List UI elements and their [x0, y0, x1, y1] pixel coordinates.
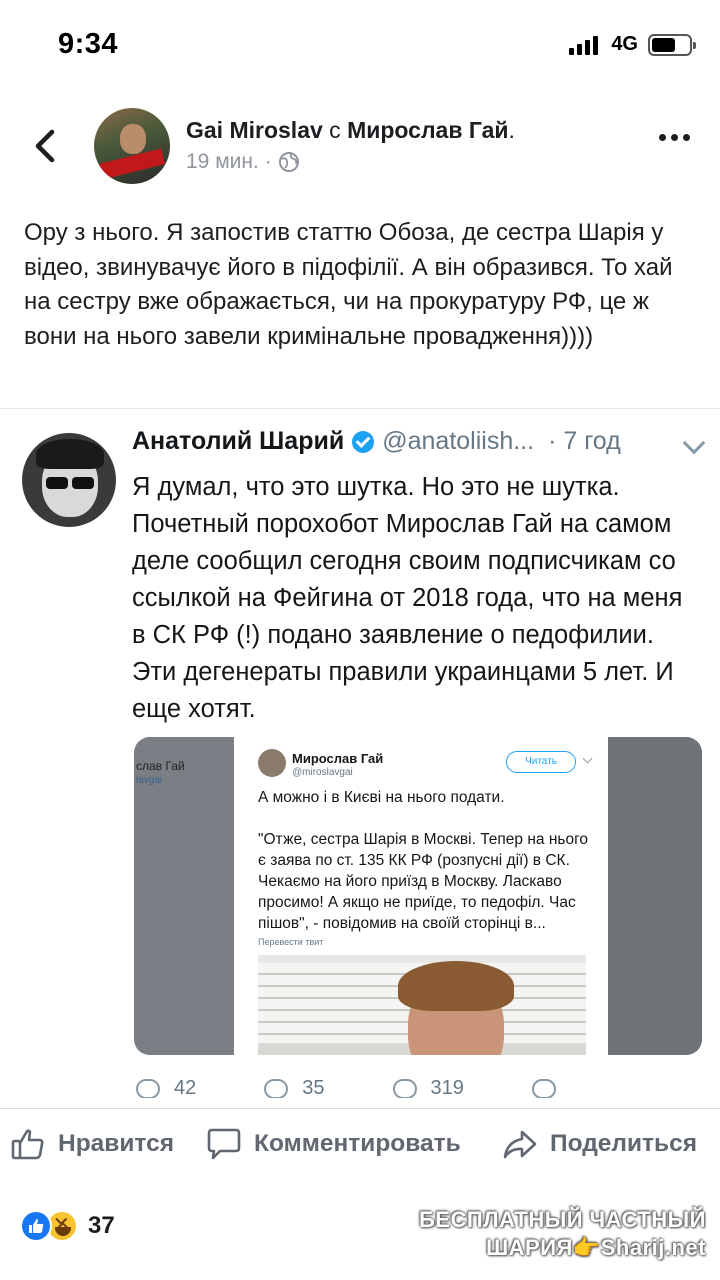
like-count: 319 [430, 1077, 464, 1098]
embedded-tweet-text: А можно і в Києві на нього подати. "Отже… [258, 789, 589, 932]
embedded-author-name: Мирослав Гай [292, 751, 384, 766]
heart-icon [392, 1078, 417, 1098]
embedded-avatar [258, 749, 286, 777]
tweet-menu-chevron-icon[interactable] [682, 431, 706, 455]
author-name-link[interactable]: Gai Miroslav [186, 117, 323, 143]
embedded-chevron-icon [582, 753, 593, 764]
watermark-line-2: ШАРИЯ👉Sharij.net [486, 1235, 706, 1260]
tweet-retweet-button[interactable]: 35 [264, 1077, 325, 1098]
like-label: Нравится [58, 1130, 175, 1157]
comment-icon [207, 1128, 241, 1160]
comment-label: Комментировать [254, 1130, 461, 1157]
back-button[interactable] [28, 124, 68, 168]
embedded-photo [258, 955, 586, 1055]
retweet-icon [264, 1078, 289, 1098]
signal-icon [569, 35, 601, 55]
tweet-actions: 42 35 319 [136, 1077, 616, 1098]
like-button[interactable]: Нравится [10, 1126, 174, 1162]
status-time: 9:34 [58, 28, 119, 60]
share-label: Поделиться [550, 1130, 698, 1157]
thumbs-up-icon [11, 1129, 44, 1160]
meta-dot: · [264, 150, 272, 173]
post-author-line: Gai Miroslav с Мирослав Гай. [186, 117, 515, 144]
reaction-count: 37 [88, 1212, 115, 1239]
tweet-author-name[interactable]: Анатолий Шарий [132, 427, 344, 456]
watermark-line-1: БЕСПЛАТНЫЙ ЧАСТНЫЙ [418, 1207, 706, 1232]
embedded-tweet-card: Мирослав Гай @miroslavgai Читать А можно… [234, 737, 608, 1055]
embedded-author-handle: @miroslavgai [292, 767, 353, 778]
divider [0, 1108, 720, 1109]
status-indicators: 4G [569, 33, 696, 56]
post-meta: 19 мин. · [186, 150, 300, 174]
comment-button[interactable]: Комментировать [206, 1126, 461, 1162]
globe-icon [278, 152, 299, 172]
tweet-avatar[interactable] [22, 433, 116, 527]
ellipsis-icon [659, 134, 666, 141]
tweet-like-button[interactable]: 319 [392, 1077, 464, 1098]
reply-count: 42 [174, 1077, 197, 1098]
author-avatar[interactable] [94, 108, 170, 184]
tweet-text: Я думал, что это шутка. Но это не шутка.… [132, 473, 683, 723]
network-type: 4G [611, 33, 638, 55]
reply-icon [136, 1078, 160, 1098]
embedded-translate-link: Перевести твит [258, 937, 324, 947]
post-time[interactable]: 19 мин. [186, 150, 259, 174]
tweet-share-button[interactable] [531, 1077, 570, 1098]
tweet-image[interactable]: слав Гай lavgai Мирослав Гай @miroslavga… [134, 737, 702, 1055]
tweet-header: Анатолий Шарий @anatoliish... · 7 год [132, 427, 621, 456]
share-button[interactable]: Поделиться [502, 1126, 697, 1162]
post-action-bar: Нравится Комментировать Поделиться [0, 1126, 720, 1178]
tagged-name-link[interactable]: Мирослав Гай [347, 117, 508, 143]
more-options-button[interactable] [654, 134, 690, 141]
tweet-embed[interactable]: Анатолий Шарий @anatoliish... · 7 год Я … [0, 408, 720, 1098]
like-reaction-icon [20, 1210, 52, 1242]
embed-left-panel: слав Гай lavgai [134, 737, 234, 1055]
tweet-handle[interactable]: @anatoliish... [382, 427, 534, 456]
embed-left-name: слав Гай [136, 759, 185, 773]
share-arrow-icon [503, 1130, 537, 1159]
status-bar: 9:34 4G [0, 0, 720, 92]
share-icon [531, 1078, 556, 1098]
embed-left-handle: lavgai [136, 775, 163, 786]
verified-badge-icon [352, 430, 375, 453]
tweet-time: · 7 год [548, 427, 621, 455]
battery-icon [648, 33, 696, 56]
chevron-left-icon [35, 129, 55, 163]
retweet-count: 35 [302, 1077, 325, 1098]
embedded-follow-button: Читать [506, 751, 576, 773]
reactions-summary[interactable]: 37 [20, 1210, 115, 1242]
embed-right-panel [608, 737, 702, 1055]
tweet-reply-button[interactable]: 42 [136, 1077, 196, 1098]
post-text: Ору з нього. Я запостив статтю Обоза, де… [24, 219, 673, 350]
with-word: с [329, 117, 341, 143]
tagged-suffix: . [508, 117, 515, 143]
watermark: БЕСПЛАТНЫЙ ЧАСТНЫЙ ШАРИЯ👉Sharij.net [419, 1206, 706, 1262]
